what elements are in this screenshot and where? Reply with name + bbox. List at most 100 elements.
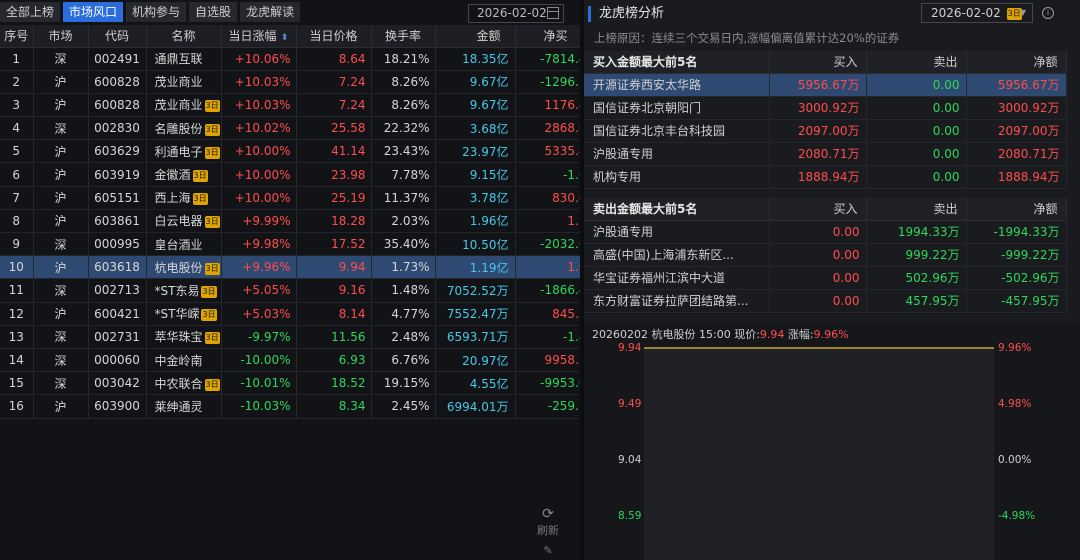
edit-icon[interactable]: ✎ xyxy=(530,544,566,557)
table-row[interactable]: 7 沪 605151 西上海 3日 +10.00% 25.19 11.37% 3.78亿 830.… xyxy=(0,186,580,210)
col-amount[interactable]: 金额 xyxy=(435,25,516,48)
buyer-row[interactable]: 国信证券北京丰台科技园 2097.00万 0.00 2097.00万 xyxy=(584,119,1067,143)
col-market[interactable]: 市场 xyxy=(33,25,89,48)
row-index: 16 xyxy=(0,394,34,419)
col-index[interactable]: 序号 xyxy=(0,25,34,48)
tab-3[interactable]: 自选股 xyxy=(189,2,238,22)
row-amount: 4.55亿 xyxy=(435,371,516,396)
col-net-buy[interactable]: 净买 xyxy=(515,25,580,48)
seat-name: 东方财富证券拉萨团结路第... xyxy=(584,289,770,313)
stock-name: 茂业商业 xyxy=(154,98,203,113)
table-row[interactable]: 12 沪 600421 *ST华嵘 3日 +5.03% 8.14 4.77% 7552.47万 8… xyxy=(0,302,580,326)
table-header: 序号 市场 代码 名称 当日涨幅 ⬍ 当日价格 换手率 金额 净买 xyxy=(0,25,580,48)
buyer-row[interactable]: 沪股通专用 2080.71万 0.00 2080.71万 xyxy=(584,142,1067,166)
refresh-button[interactable]: ⟳ 刷新 xyxy=(530,506,566,538)
row-change: +10.00% xyxy=(221,186,297,210)
calendar-icon[interactable] xyxy=(547,7,559,19)
tab-0[interactable]: 全部上榜 xyxy=(0,2,61,22)
top-buyers-table: 买入金额最大前5名 买入 卖出 净额 开源证券西安太华路 5956.67万 0.00… xyxy=(584,51,1067,189)
row-turnover: 1.73% xyxy=(371,255,436,280)
seller-row[interactable]: 华宝证券福州江滨中大道 0.00 502.96万 -502.96万 xyxy=(584,266,1067,290)
stock-name: 中金岭南 xyxy=(154,353,203,368)
seat-net: -999.22万 xyxy=(966,243,1067,267)
three-day-badge: 3日 xyxy=(204,378,220,391)
row-code: 002731 xyxy=(88,325,147,349)
chevron-down-icon[interactable]: ▼ xyxy=(1020,4,1026,22)
table-row[interactable]: 9 深 000995 皇台酒业 +9.98% 17.52 35.40% 10.50亿 -2032… xyxy=(0,232,580,257)
row-price: 9.94 xyxy=(296,255,372,280)
row-code: 603629 xyxy=(88,139,147,164)
col-name[interactable]: 名称 xyxy=(146,25,222,48)
row-net-buy: 9958.2 xyxy=(515,348,580,373)
chart-change-label: 涨幅: xyxy=(787,328,814,341)
table-row[interactable]: 13 深 002731 萃华珠宝 3日 -9.97% 11.56 2.48% 6593.71万 -… xyxy=(0,325,580,349)
col-change-label: 当日涨幅 xyxy=(228,29,277,44)
row-index: 1 xyxy=(0,47,34,71)
refresh-label: 刷新 xyxy=(537,524,559,537)
seat-net: 2097.00万 xyxy=(966,119,1067,143)
row-name: 通鼎互联 xyxy=(146,47,222,71)
intraday-chart[interactable]: 20260202 杭电股份 15:00 现价:9.94 涨幅:9.96% 9.9… xyxy=(584,322,1080,560)
row-amount: 3.68亿 xyxy=(435,116,516,141)
row-net-buy: -259.7 xyxy=(515,394,580,419)
row-turnover: 8.26% xyxy=(371,70,436,94)
y-left-label: 9.04 xyxy=(618,454,642,466)
table-row[interactable]: 1 深 002491 通鼎互联 +10.06% 8.64 18.21% 18.35亿 -7814… xyxy=(0,47,580,71)
analysis-date-value: 2026-02-02 xyxy=(931,6,1001,20)
info-icon[interactable]: i xyxy=(1042,7,1054,19)
table-row[interactable]: 11 深 002713 *ST东易 3日 +5.05% 9.16 1.48% 7052.52万 -… xyxy=(0,278,580,303)
stock-name: 萃华珠宝 xyxy=(154,330,203,345)
seat-name: 沪股通专用 xyxy=(584,220,770,244)
date-picker[interactable]: 2026-02-02 xyxy=(468,4,564,23)
buyer-row[interactable]: 国信证券北京朝阳门 3000.92万 0.00 3000.92万 xyxy=(584,96,1067,120)
table-row[interactable]: 2沪600828 茂业商业 +10.03%7.248.26%9.67亿-1296.1 xyxy=(0,70,580,94)
table-row[interactable]: 8沪603861白云电器3日+9.99%18.282.03%1.96亿1.1 xyxy=(0,209,580,234)
table-row[interactable]: 10沪603618杭电股份3日+9.96%9.941.73%1.19亿1.0 xyxy=(0,255,580,280)
stock-name: 茂业商业 xyxy=(154,75,203,90)
row-change: -10.03% xyxy=(221,394,297,419)
row-amount: 3.78亿 xyxy=(435,186,516,210)
table-row[interactable]: 15 深 003042 中农联合 3日 -10.01% 18.52 19.15% 4.55亿 -9… xyxy=(0,371,580,396)
seat-name: 机构专用 xyxy=(584,165,770,189)
row-turnover: 2.45% xyxy=(371,394,436,419)
tab-2[interactable]: 机构参与 xyxy=(126,2,187,22)
seller-row[interactable]: 东方财富证券拉萨团结路第... 0.00 457.95万 -457.95万 xyxy=(584,289,1067,313)
row-price: 25.19 xyxy=(296,186,372,210)
row-market: 沪 xyxy=(33,139,89,164)
table-row[interactable]: 6沪603919金徽酒3日+10.00%23.987.78%9.15亿-1.6 xyxy=(0,162,580,187)
row-change: -9.97% xyxy=(221,325,297,349)
col-change[interactable]: 当日涨幅 ⬍ xyxy=(221,25,297,48)
row-name: *ST东易 3日 xyxy=(146,278,222,303)
seat-net: -457.95万 xyxy=(966,289,1067,313)
col-turnover[interactable]: 换手率 xyxy=(371,25,436,48)
row-index: 14 xyxy=(0,348,34,373)
row-code: 603919 xyxy=(88,162,147,187)
sellers-header: 卖出金额最大前5名 买入 卖出 净额 xyxy=(584,198,1067,221)
chart-price-label: 现价: xyxy=(734,328,760,341)
row-code: 002830 xyxy=(88,116,147,141)
col-price[interactable]: 当日价格 xyxy=(296,25,372,48)
row-change: +10.00% xyxy=(221,139,297,164)
three-day-badge: 3日 xyxy=(204,146,220,159)
row-price: 11.56 xyxy=(296,325,372,349)
row-name: 中农联合 3日 xyxy=(146,371,222,396)
row-index: 4 xyxy=(0,116,34,141)
buyer-row[interactable]: 开源证券西安太华路 5956.67万 0.00 5956.67万 xyxy=(584,73,1067,97)
sort-icon[interactable]: ⬍ xyxy=(281,33,289,43)
row-amount: 18.35亿 xyxy=(435,47,516,71)
table-row[interactable]: 4 深 002830 名雕股份 3日 +10.02% 25.58 22.32% 3.68亿 286… xyxy=(0,116,580,141)
col-code[interactable]: 代码 xyxy=(88,25,147,48)
tab-4[interactable]: 龙虎解读 xyxy=(240,2,301,22)
table-row[interactable]: 14 深 000060 中金岭南 -10.00% 6.93 6.76% 20.97亿 9958.… xyxy=(0,348,580,373)
seat-sell: 1994.33万 xyxy=(866,220,967,244)
seller-row[interactable]: 沪股通专用 0.00 1994.33万 -1994.33万 xyxy=(584,220,1067,244)
tab-1[interactable]: 市场风口 xyxy=(63,2,124,22)
row-turnover: 22.32% xyxy=(371,116,436,141)
row-market: 沪 xyxy=(33,162,89,187)
table-row[interactable]: 5 沪 603629 利通电子 3日 +10.00% 41.14 23.43% 23.97亿 53… xyxy=(0,139,580,164)
buyer-row[interactable]: 机构专用 1888.94万 0.00 1888.94万 xyxy=(584,165,1067,189)
table-row[interactable]: 3 沪 600828 茂业商业 3日 +10.03% 7.24 8.26% 9.67亿 1176.… xyxy=(0,93,580,118)
seller-row[interactable]: 高盛(中国)上海浦东新区... 0.00 999.22万 -999.22万 xyxy=(584,243,1067,267)
analysis-date-select[interactable]: 2026-02-02 3日 ▼ xyxy=(921,3,1033,23)
table-row[interactable]: 16 沪 603900 莱绅通灵 -10.03% 8.34 2.45% 6994.01万 -25… xyxy=(0,394,580,419)
